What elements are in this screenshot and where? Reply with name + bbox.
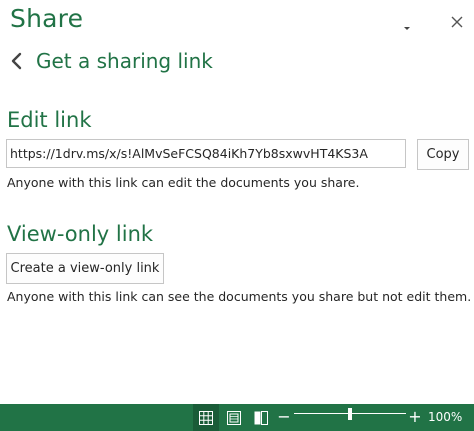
grid-icon — [199, 410, 213, 425]
zoom-out-button[interactable]: − — [277, 409, 291, 425]
status-bar: − + — [0, 404, 474, 431]
page-break-preview-button[interactable] — [248, 404, 274, 431]
page-break-icon — [254, 410, 268, 425]
edit-link-heading: Edit link — [7, 108, 92, 132]
create-view-only-link-button[interactable]: Create a view-only link — [6, 253, 164, 284]
edit-link-url-field[interactable] — [6, 139, 406, 168]
back-button[interactable]: Get a sharing link — [10, 46, 213, 76]
page-layout-icon — [227, 410, 241, 425]
view-only-link-heading: View-only link — [7, 222, 154, 246]
pane-options-button[interactable] — [401, 18, 413, 30]
normal-view-button[interactable] — [193, 404, 219, 431]
zoom-level-label[interactable]: 100% — [428, 410, 462, 424]
zoom-in-button[interactable]: + — [408, 409, 422, 425]
subheader-title: Get a sharing link — [36, 49, 213, 73]
pane-title: Share — [10, 4, 84, 33]
view-only-link-description: Anyone with this link can see the docume… — [7, 289, 472, 304]
copy-button[interactable]: Copy — [417, 139, 469, 170]
zoom-slider-thumb[interactable] — [348, 408, 352, 420]
page-layout-view-button[interactable] — [221, 404, 247, 431]
edit-link-description: Anyone with this link can edit the docum… — [7, 175, 360, 190]
close-icon — [451, 16, 463, 28]
chevron-down-icon — [404, 27, 410, 30]
close-pane-button[interactable] — [450, 14, 464, 28]
chevron-left-icon — [11, 52, 22, 70]
